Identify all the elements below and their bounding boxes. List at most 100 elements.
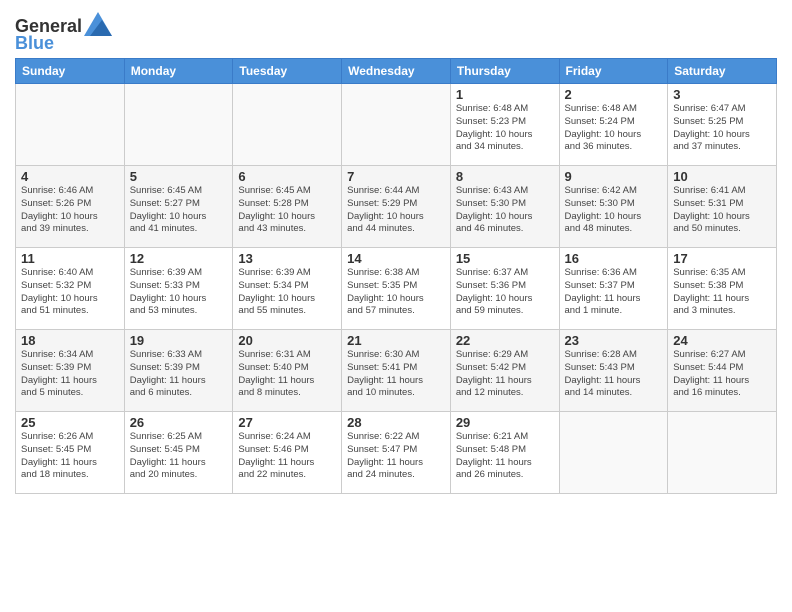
calendar-cell: 18Sunrise: 6:34 AMSunset: 5:39 PMDayligh… <box>16 330 125 412</box>
day-number: 1 <box>456 87 554 102</box>
calendar-cell: 10Sunrise: 6:41 AMSunset: 5:31 PMDayligh… <box>668 166 777 248</box>
day-number: 14 <box>347 251 445 266</box>
day-info: Sunrise: 6:37 AMSunset: 5:36 PMDaylight:… <box>456 267 554 318</box>
day-info: Sunrise: 6:21 AMSunset: 5:48 PMDaylight:… <box>456 431 554 482</box>
calendar-cell: 13Sunrise: 6:39 AMSunset: 5:34 PMDayligh… <box>233 248 342 330</box>
calendar-cell: 2Sunrise: 6:48 AMSunset: 5:24 PMDaylight… <box>559 84 668 166</box>
calendar: SundayMondayTuesdayWednesdayThursdayFrid… <box>15 58 777 494</box>
weekday-wednesday: Wednesday <box>342 59 451 84</box>
calendar-cell <box>668 412 777 494</box>
day-info: Sunrise: 6:38 AMSunset: 5:35 PMDaylight:… <box>347 267 445 318</box>
calendar-cell: 28Sunrise: 6:22 AMSunset: 5:47 PMDayligh… <box>342 412 451 494</box>
logo: General Blue <box>15 14 112 52</box>
day-number: 7 <box>347 169 445 184</box>
day-info: Sunrise: 6:30 AMSunset: 5:41 PMDaylight:… <box>347 349 445 400</box>
day-info: Sunrise: 6:25 AMSunset: 5:45 PMDaylight:… <box>130 431 228 482</box>
day-info: Sunrise: 6:39 AMSunset: 5:33 PMDaylight:… <box>130 267 228 318</box>
calendar-cell: 26Sunrise: 6:25 AMSunset: 5:45 PMDayligh… <box>124 412 233 494</box>
day-number: 6 <box>238 169 336 184</box>
logo-text-blue: Blue <box>15 34 112 52</box>
day-number: 23 <box>565 333 663 348</box>
weekday-sunday: Sunday <box>16 59 125 84</box>
day-number: 22 <box>456 333 554 348</box>
day-number: 25 <box>21 415 119 430</box>
weekday-saturday: Saturday <box>668 59 777 84</box>
day-number: 17 <box>673 251 771 266</box>
calendar-cell <box>124 84 233 166</box>
day-number: 15 <box>456 251 554 266</box>
day-number: 3 <box>673 87 771 102</box>
day-info: Sunrise: 6:31 AMSunset: 5:40 PMDaylight:… <box>238 349 336 400</box>
day-info: Sunrise: 6:22 AMSunset: 5:47 PMDaylight:… <box>347 431 445 482</box>
day-info: Sunrise: 6:41 AMSunset: 5:31 PMDaylight:… <box>673 185 771 236</box>
weekday-thursday: Thursday <box>450 59 559 84</box>
day-number: 10 <box>673 169 771 184</box>
calendar-cell: 5Sunrise: 6:45 AMSunset: 5:27 PMDaylight… <box>124 166 233 248</box>
day-number: 13 <box>238 251 336 266</box>
day-info: Sunrise: 6:33 AMSunset: 5:39 PMDaylight:… <box>130 349 228 400</box>
day-info: Sunrise: 6:46 AMSunset: 5:26 PMDaylight:… <box>21 185 119 236</box>
day-info: Sunrise: 6:39 AMSunset: 5:34 PMDaylight:… <box>238 267 336 318</box>
day-number: 4 <box>21 169 119 184</box>
week-row-4: 18Sunrise: 6:34 AMSunset: 5:39 PMDayligh… <box>16 330 777 412</box>
day-number: 2 <box>565 87 663 102</box>
day-info: Sunrise: 6:28 AMSunset: 5:43 PMDaylight:… <box>565 349 663 400</box>
header: General Blue <box>15 10 777 52</box>
day-number: 16 <box>565 251 663 266</box>
day-info: Sunrise: 6:27 AMSunset: 5:44 PMDaylight:… <box>673 349 771 400</box>
day-info: Sunrise: 6:35 AMSunset: 5:38 PMDaylight:… <box>673 267 771 318</box>
calendar-cell: 17Sunrise: 6:35 AMSunset: 5:38 PMDayligh… <box>668 248 777 330</box>
day-number: 24 <box>673 333 771 348</box>
day-info: Sunrise: 6:34 AMSunset: 5:39 PMDaylight:… <box>21 349 119 400</box>
calendar-cell: 3Sunrise: 6:47 AMSunset: 5:25 PMDaylight… <box>668 84 777 166</box>
week-row-1: 1Sunrise: 6:48 AMSunset: 5:23 PMDaylight… <box>16 84 777 166</box>
day-info: Sunrise: 6:43 AMSunset: 5:30 PMDaylight:… <box>456 185 554 236</box>
calendar-cell <box>342 84 451 166</box>
day-info: Sunrise: 6:29 AMSunset: 5:42 PMDaylight:… <box>456 349 554 400</box>
calendar-cell: 16Sunrise: 6:36 AMSunset: 5:37 PMDayligh… <box>559 248 668 330</box>
calendar-cell: 15Sunrise: 6:37 AMSunset: 5:36 PMDayligh… <box>450 248 559 330</box>
calendar-cell: 25Sunrise: 6:26 AMSunset: 5:45 PMDayligh… <box>16 412 125 494</box>
day-number: 28 <box>347 415 445 430</box>
week-row-2: 4Sunrise: 6:46 AMSunset: 5:26 PMDaylight… <box>16 166 777 248</box>
day-number: 18 <box>21 333 119 348</box>
week-row-3: 11Sunrise: 6:40 AMSunset: 5:32 PMDayligh… <box>16 248 777 330</box>
calendar-cell: 4Sunrise: 6:46 AMSunset: 5:26 PMDaylight… <box>16 166 125 248</box>
calendar-cell <box>559 412 668 494</box>
weekday-friday: Friday <box>559 59 668 84</box>
calendar-cell: 6Sunrise: 6:45 AMSunset: 5:28 PMDaylight… <box>233 166 342 248</box>
day-info: Sunrise: 6:47 AMSunset: 5:25 PMDaylight:… <box>673 103 771 154</box>
calendar-cell: 21Sunrise: 6:30 AMSunset: 5:41 PMDayligh… <box>342 330 451 412</box>
day-info: Sunrise: 6:45 AMSunset: 5:27 PMDaylight:… <box>130 185 228 236</box>
day-info: Sunrise: 6:44 AMSunset: 5:29 PMDaylight:… <box>347 185 445 236</box>
calendar-cell: 24Sunrise: 6:27 AMSunset: 5:44 PMDayligh… <box>668 330 777 412</box>
calendar-cell: 27Sunrise: 6:24 AMSunset: 5:46 PMDayligh… <box>233 412 342 494</box>
day-info: Sunrise: 6:48 AMSunset: 5:24 PMDaylight:… <box>565 103 663 154</box>
day-info: Sunrise: 6:24 AMSunset: 5:46 PMDaylight:… <box>238 431 336 482</box>
day-number: 9 <box>565 169 663 184</box>
day-info: Sunrise: 6:48 AMSunset: 5:23 PMDaylight:… <box>456 103 554 154</box>
logo-icon <box>84 12 112 36</box>
day-number: 26 <box>130 415 228 430</box>
calendar-cell: 29Sunrise: 6:21 AMSunset: 5:48 PMDayligh… <box>450 412 559 494</box>
calendar-cell: 12Sunrise: 6:39 AMSunset: 5:33 PMDayligh… <box>124 248 233 330</box>
day-info: Sunrise: 6:40 AMSunset: 5:32 PMDaylight:… <box>21 267 119 318</box>
calendar-cell <box>233 84 342 166</box>
day-number: 21 <box>347 333 445 348</box>
day-number: 8 <box>456 169 554 184</box>
weekday-tuesday: Tuesday <box>233 59 342 84</box>
day-number: 29 <box>456 415 554 430</box>
calendar-cell: 19Sunrise: 6:33 AMSunset: 5:39 PMDayligh… <box>124 330 233 412</box>
calendar-cell: 23Sunrise: 6:28 AMSunset: 5:43 PMDayligh… <box>559 330 668 412</box>
day-info: Sunrise: 6:42 AMSunset: 5:30 PMDaylight:… <box>565 185 663 236</box>
weekday-monday: Monday <box>124 59 233 84</box>
calendar-cell: 9Sunrise: 6:42 AMSunset: 5:30 PMDaylight… <box>559 166 668 248</box>
day-number: 5 <box>130 169 228 184</box>
day-info: Sunrise: 6:26 AMSunset: 5:45 PMDaylight:… <box>21 431 119 482</box>
day-number: 27 <box>238 415 336 430</box>
calendar-cell: 11Sunrise: 6:40 AMSunset: 5:32 PMDayligh… <box>16 248 125 330</box>
day-info: Sunrise: 6:36 AMSunset: 5:37 PMDaylight:… <box>565 267 663 318</box>
calendar-cell: 8Sunrise: 6:43 AMSunset: 5:30 PMDaylight… <box>450 166 559 248</box>
day-number: 20 <box>238 333 336 348</box>
week-row-5: 25Sunrise: 6:26 AMSunset: 5:45 PMDayligh… <box>16 412 777 494</box>
